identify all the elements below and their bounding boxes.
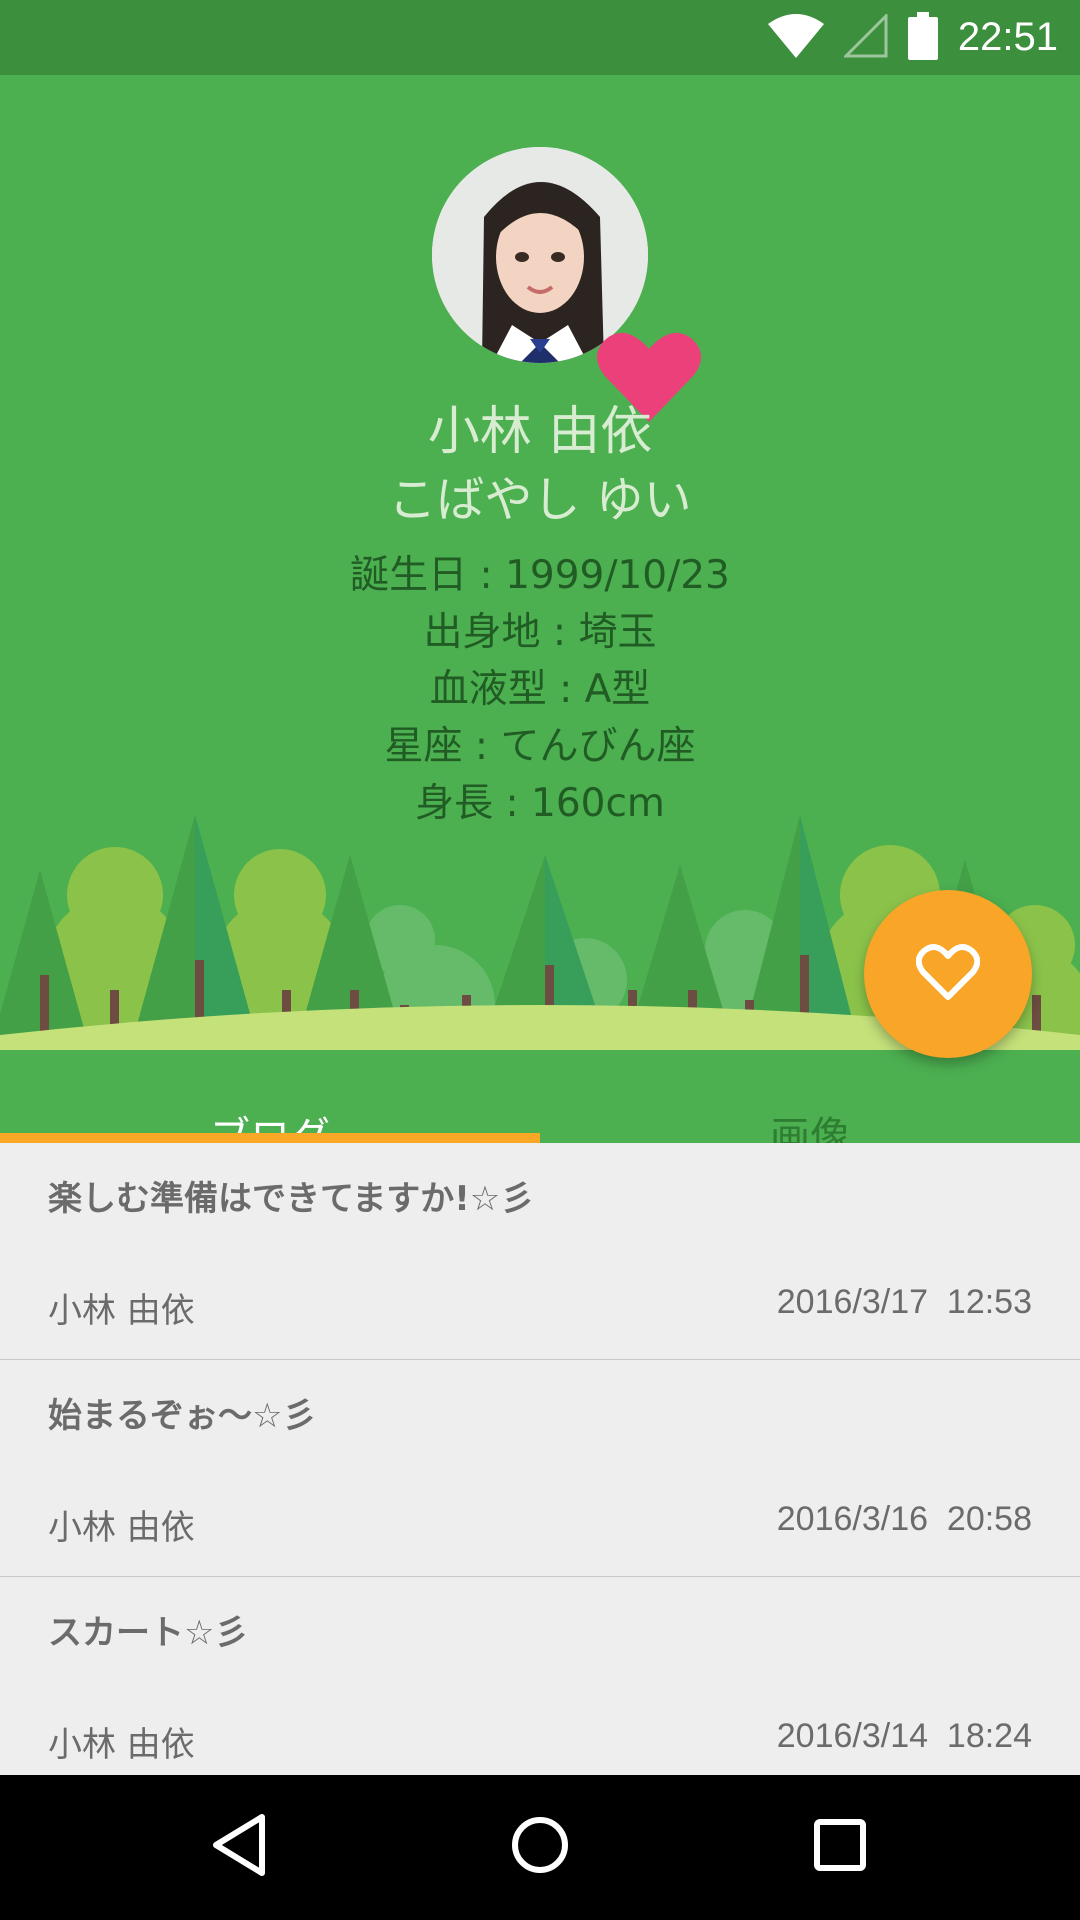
tab-indicator <box>0 1133 540 1143</box>
post-author: 小林 由依 <box>48 1508 195 1548</box>
post-date: 2016/3/16 20:58 <box>776 1500 1032 1538</box>
profile-height: 身長 : 160cm <box>415 781 665 826</box>
list-item[interactable]: スカート☆彡 小林 由依 2016/3/14 18:24 <box>0 1577 1080 1775</box>
post-author: 小林 由依 <box>48 1291 195 1331</box>
tab-images[interactable]: 画像 <box>540 1048 1080 1143</box>
post-date: 2016/3/17 12:53 <box>776 1283 1032 1321</box>
status-icons: 22:51 <box>767 0 1058 75</box>
list-item[interactable]: 楽しむ準備はできてますか!☆彡 小林 由依 2016/3/17 12:53 <box>0 1143 1080 1360</box>
battery-icon <box>907 11 938 64</box>
post-title: 始まるぞぉ～☆彡 <box>48 1396 317 1436</box>
post-author: 小林 由依 <box>48 1725 195 1765</box>
heart-outline-icon <box>915 943 981 1005</box>
status-time: 22:51 <box>957 15 1058 59</box>
recents-button[interactable] <box>800 1807 880 1887</box>
post-title: スカート☆彡 <box>48 1613 249 1653</box>
avatar-container <box>432 147 702 422</box>
recents-icon <box>812 1817 868 1877</box>
profile-name: 小林 由依 <box>427 402 653 462</box>
status-bar: 22:51 <box>0 0 1080 75</box>
post-title: 楽しむ準備はできてますか!☆彡 <box>48 1179 535 1219</box>
home-icon <box>510 1815 570 1879</box>
profile-blood-type: 血液型 : A型 <box>429 667 651 712</box>
post-date: 2016/3/14 18:24 <box>776 1717 1032 1755</box>
cell-signal-icon <box>842 11 888 62</box>
tab-bar: ブログ 画像 <box>0 1048 1080 1143</box>
profile-birthplace: 出身地 : 埼玉 <box>423 610 657 655</box>
profile-name-reading: こばやし ゆい <box>388 472 692 528</box>
tab-blog[interactable]: ブログ <box>0 1048 540 1143</box>
back-icon <box>210 1813 270 1881</box>
favorite-button[interactable] <box>864 890 1032 1058</box>
list-item[interactable]: 始まるぞぉ～☆彡 小林 由依 2016/3/16 20:58 <box>0 1360 1080 1577</box>
navigation-bar <box>0 1775 1080 1920</box>
back-button[interactable] <box>200 1807 280 1887</box>
blog-list: 楽しむ準備はできてますか!☆彡 小林 由依 2016/3/17 12:53 始ま… <box>0 1143 1080 1775</box>
profile-details: 誕生日 : 1999/10/23 出身地 : 埼玉 血液型 : A型 星座 : … <box>0 547 1080 832</box>
profile-birthday: 誕生日 : 1999/10/23 <box>350 553 730 598</box>
screen: 22:51 小林 由依 こばやし ゆい 誕生日: 1999/10/23 出身地… <box>0 0 1080 1920</box>
profile-zodiac: 星座 : てんびん座 <box>384 724 696 769</box>
wifi-icon <box>767 13 824 62</box>
home-button[interactable] <box>500 1807 580 1887</box>
